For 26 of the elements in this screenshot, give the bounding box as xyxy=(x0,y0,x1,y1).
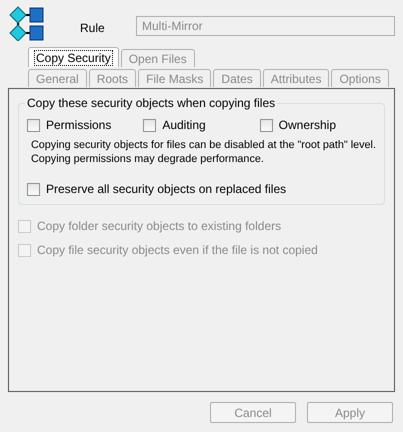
tab[interactable]: General xyxy=(28,69,87,87)
tab[interactable]: Roots xyxy=(88,69,136,87)
tab[interactable]: Dates xyxy=(213,69,261,87)
note-text: Copying permissions may degrade performance. xyxy=(31,152,264,166)
group-title: Copy these security objects when copying files xyxy=(25,96,278,110)
rule-label: Rule xyxy=(80,21,106,35)
checkbox[interactable]: Preserve all security objects on replaced files xyxy=(27,182,376,196)
checkbox-label: Preserve all security objects on replaced files xyxy=(46,182,286,196)
checkbox[interactable]: Auditing xyxy=(143,118,260,132)
note-text: Copying security objects for files can be disabled at the "root path" level. xyxy=(31,138,376,152)
tab[interactable]: Copy Security xyxy=(28,47,119,67)
checkbox-box[interactable] xyxy=(143,118,156,132)
checkbox-label: Permissions xyxy=(46,118,112,132)
tab[interactable]: Open Files xyxy=(120,49,195,67)
checkbox-box[interactable] xyxy=(260,118,273,132)
checkbox-box[interactable] xyxy=(27,118,40,132)
checkbox-box[interactable] xyxy=(27,182,40,196)
checkbox-label: Copy folder security objects to existing folders xyxy=(37,219,282,233)
checkbox[interactable]: Ownership xyxy=(260,118,376,132)
tab[interactable]: Attributes xyxy=(262,69,330,87)
tab[interactable]: File Masks xyxy=(138,69,212,87)
tab[interactable]: Options xyxy=(331,69,389,87)
checkbox-label: Ownership xyxy=(278,118,336,132)
checkbox[interactable]: Permissions xyxy=(27,118,144,132)
checkbox-label: Copy file security objects even if the file is not copied xyxy=(37,243,318,257)
checkbox-label: Auditing xyxy=(162,118,206,132)
